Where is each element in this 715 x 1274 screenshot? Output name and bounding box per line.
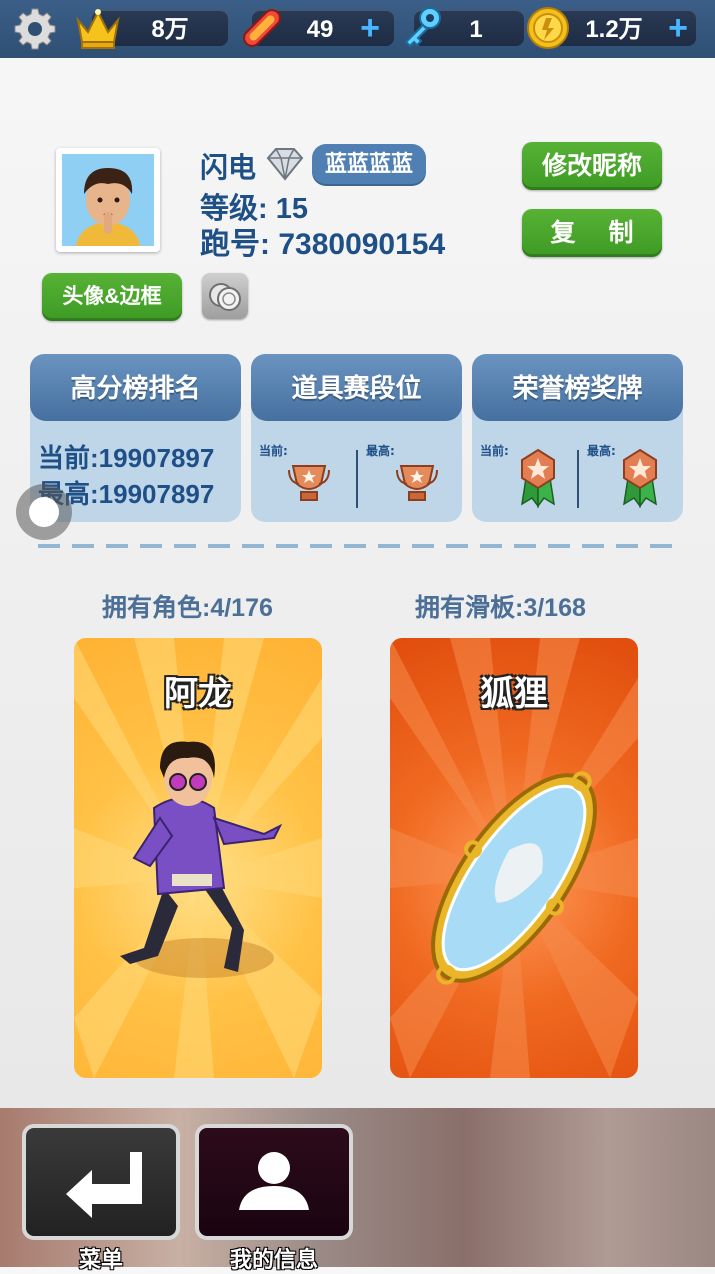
hoverboard-icon: [243, 9, 281, 47]
menu-label: 菜单: [78, 1248, 123, 1273]
highscore-current: 当前:19907897: [38, 443, 215, 473]
bronze-trophy-icon: [396, 465, 438, 501]
rename-button[interactable]: 修改昵称: [522, 142, 662, 190]
key-count: 1: [469, 16, 483, 43]
bronze-medal-icon: [521, 448, 555, 508]
honor-current-label: 当前:: [480, 444, 509, 458]
resource-bar: 8万 49 + 1 1.2万 +: [0, 0, 715, 58]
player-tag-badge: 蓝蓝蓝蓝: [312, 144, 426, 186]
bronze-medal-icon: [623, 448, 657, 508]
avatar[interactable]: [56, 148, 160, 252]
fox-hoverboard-icon: [431, 771, 597, 985]
item-race-tier-title: 道具赛段位: [251, 354, 462, 421]
buy-coins-plus-button[interactable]: +: [662, 10, 694, 46]
diamond-rank-icon: [266, 148, 304, 181]
user-silhouette-icon: [239, 1152, 309, 1210]
highscore-rank-title: 高分榜排名: [30, 354, 241, 421]
characters-owned-count: 拥有角色:4/176: [102, 594, 273, 622]
board-count: 49: [306, 16, 334, 43]
my-info-label: 我的信息: [229, 1248, 318, 1273]
boards-owned-count: 拥有滑板:3/168: [415, 594, 586, 622]
avatar-portrait: [62, 154, 154, 246]
player-run-id: 跑号: 7380090154: [200, 228, 446, 261]
medal-collection-button[interactable]: [202, 273, 248, 319]
board-card[interactable]: 狐狸: [390, 638, 638, 1078]
item-race-tier-card[interactable]: 道具赛段位 当前: 最高:: [251, 354, 462, 522]
coins-icon: [209, 283, 241, 311]
my-info-button[interactable]: [195, 1124, 353, 1240]
coin-count: 1.2万: [585, 16, 643, 43]
crown-count: 8万: [151, 16, 189, 43]
key-icon: [404, 7, 441, 48]
coin-icon: [527, 7, 569, 49]
character-card[interactable]: 阿龙: [74, 638, 322, 1078]
settings-gear-icon[interactable]: [12, 6, 58, 52]
player-name: 闪电: [200, 152, 257, 183]
floating-assist-button[interactable]: [16, 484, 72, 540]
honor-medal-card[interactable]: 荣誉榜奖牌 当前: 最高:: [472, 354, 683, 522]
bronze-trophy-icon: [288, 465, 330, 501]
character-figure-icon: [120, 741, 283, 978]
character-face-icon: [62, 154, 154, 246]
buy-boards-plus-button[interactable]: +: [354, 10, 386, 46]
crown-icon: [76, 9, 120, 49]
return-arrow-icon: [66, 1152, 142, 1218]
item-tier-current-label: 当前:: [259, 444, 288, 458]
avatar-frame-button[interactable]: 头像&边框: [42, 273, 182, 321]
divider: [356, 450, 358, 508]
honor-medal-title: 荣誉榜奖牌: [472, 354, 683, 421]
honor-best-label: 最高:: [587, 444, 616, 458]
dashed-divider: [38, 544, 678, 548]
menu-back-button[interactable]: [22, 1124, 180, 1240]
divider: [577, 450, 579, 508]
copy-id-button[interactable]: 复 制: [522, 209, 662, 257]
item-tier-best-label: 最高:: [366, 444, 395, 458]
